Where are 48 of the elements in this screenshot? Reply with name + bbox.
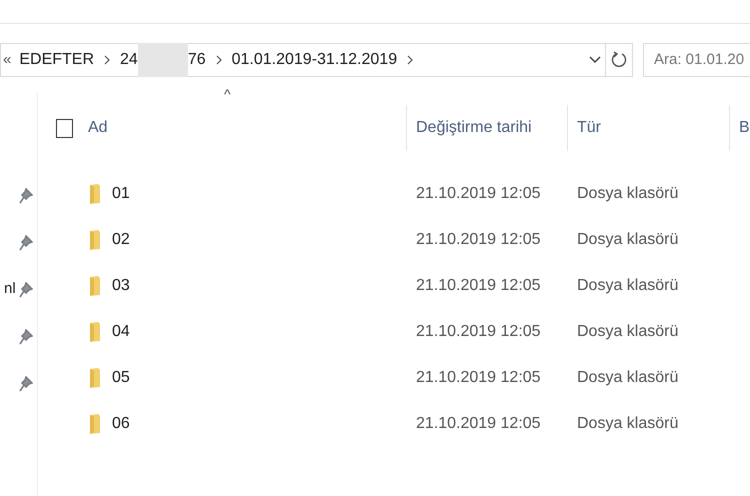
modified-date: 21.10.2019 12:05 bbox=[416, 277, 541, 294]
pin-icon[interactable] bbox=[19, 329, 33, 345]
pin-icon[interactable] bbox=[19, 188, 33, 204]
dropdown-icon[interactable] bbox=[589, 56, 601, 64]
folder-name[interactable]: 01 bbox=[112, 182, 130, 206]
column-header[interactable]: Ad bbox=[38, 105, 407, 151]
modified-date: 21.10.2019 12:05 bbox=[416, 415, 541, 432]
item-type: Dosya klasörü bbox=[577, 369, 678, 386]
chevron-icon[interactable] bbox=[407, 55, 414, 65]
breadcrumb-item[interactable]: EDEFTER bbox=[19, 48, 94, 72]
breadcrumb-item[interactable]: 01.01.2019-31.12.2019 bbox=[232, 48, 398, 72]
folder-name[interactable]: 06 bbox=[112, 412, 130, 436]
folder-icon bbox=[89, 367, 101, 389]
pin-icon[interactable] bbox=[19, 376, 33, 392]
item-type: Dosya klasörü bbox=[577, 323, 678, 340]
search-field[interactable]: Ara: 01.01.20 bbox=[643, 43, 750, 77]
folder-name[interactable]: 03 bbox=[112, 274, 130, 298]
modified-date: 21.10.2019 12:05 bbox=[416, 231, 541, 248]
overflow-chevron[interactable]: « bbox=[3, 48, 12, 72]
folder-icon bbox=[89, 183, 101, 205]
folder-name[interactable]: 04 bbox=[112, 320, 130, 344]
pin-icon[interactable] bbox=[19, 282, 33, 298]
sidebar-item-label[interactable]: nl bbox=[4, 280, 16, 298]
folder-name[interactable]: 02 bbox=[112, 228, 130, 252]
select-all-checkbox[interactable] bbox=[56, 118, 73, 138]
chevron-icon[interactable] bbox=[216, 55, 222, 65]
pin-icon[interactable] bbox=[19, 235, 33, 251]
modified-date: 21.10.2019 12:05 bbox=[416, 323, 541, 340]
refresh-icon[interactable] bbox=[611, 51, 627, 69]
folder-icon bbox=[89, 321, 101, 343]
chevron-icon[interactable] bbox=[104, 55, 110, 65]
folder-name[interactable]: 05 bbox=[112, 366, 130, 390]
item-type: Dosya klasörü bbox=[577, 415, 678, 432]
breadcrumb-item[interactable]: 76 bbox=[188, 48, 206, 72]
sort-indicator: ^ bbox=[224, 87, 231, 101]
column-header[interactable]: Tür bbox=[568, 105, 730, 151]
folder-icon bbox=[89, 229, 101, 251]
item-type: Dosya klasörü bbox=[577, 231, 678, 248]
folder-icon bbox=[89, 413, 101, 435]
breadcrumb-item[interactable]: 24 bbox=[120, 48, 138, 72]
item-type: Dosya klasörü bbox=[577, 185, 678, 202]
address-bar[interactable]: « EDEFTER 24 76 01.01.2019-31.12.2019 bbox=[0, 43, 633, 77]
column-header[interactable]: B bbox=[730, 105, 750, 151]
modified-date: 21.10.2019 12:05 bbox=[416, 185, 541, 202]
column-header[interactable]: Değiştirme tarihi bbox=[407, 105, 568, 151]
item-type: Dosya klasörü bbox=[577, 277, 678, 294]
modified-date: 21.10.2019 12:05 bbox=[416, 369, 541, 386]
folder-icon bbox=[89, 275, 101, 297]
